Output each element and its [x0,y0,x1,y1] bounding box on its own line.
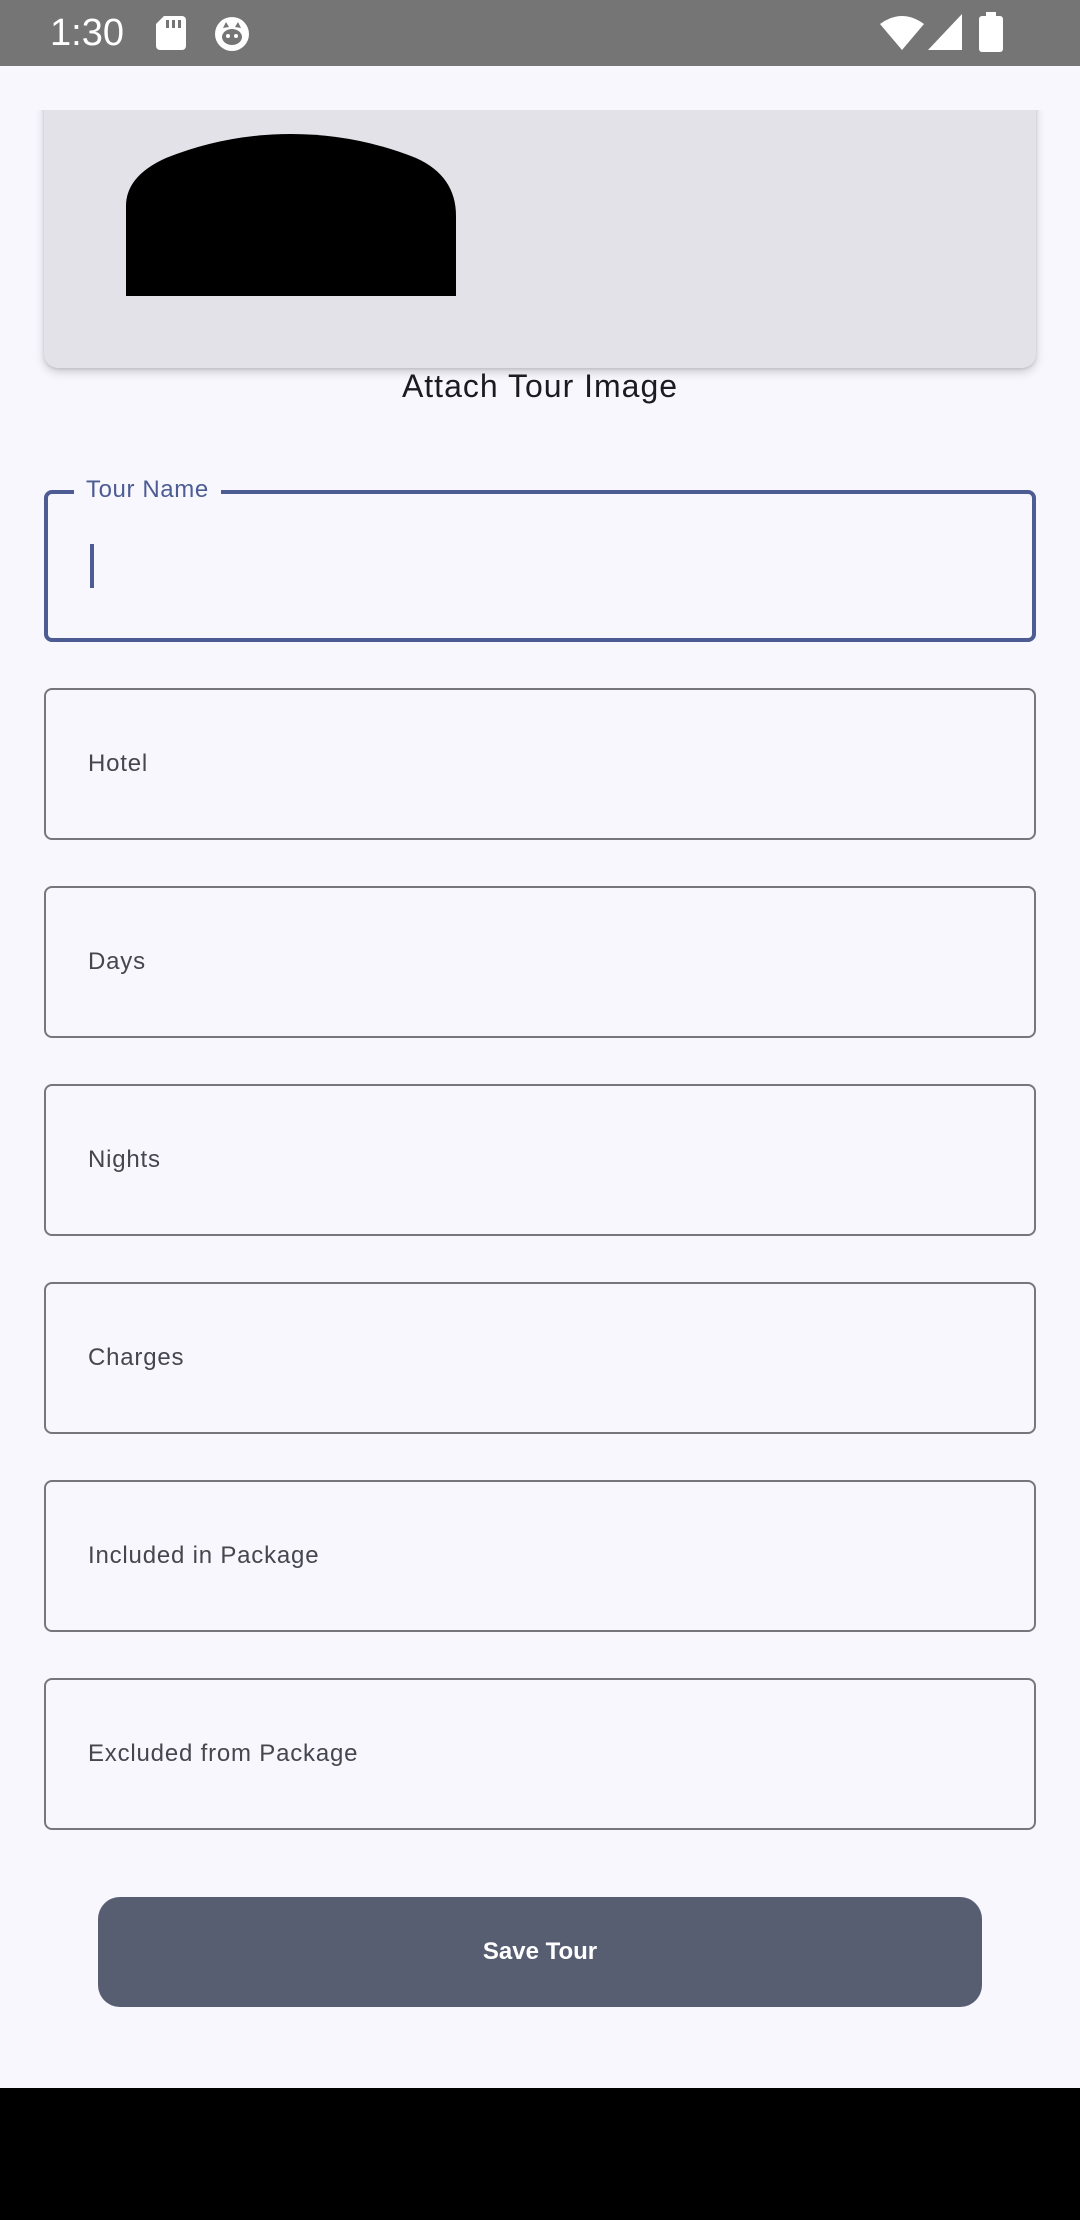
charges-field[interactable]: Charges [44,1282,1036,1434]
days-field[interactable]: Days [44,886,1036,1038]
tour-name-label: Tour Name [74,475,221,505]
charges-label: Charges [88,1344,185,1371]
hotel-field[interactable]: Hotel [44,688,1036,840]
status-time: 1:30 [50,12,124,54]
tour-name-field[interactable]: Tour Name [44,475,1036,642]
excluded-from-package-label: Excluded from Package [88,1740,359,1767]
app-top-bar [0,66,1080,110]
cat-face-icon [215,17,249,51]
days-label: Days [88,948,146,975]
excluded-from-package-field[interactable]: Excluded from Package [44,1678,1036,1830]
nights-field[interactable]: Nights [44,1084,1036,1236]
included-in-package-label: Included in Package [88,1542,320,1569]
save-tour-button[interactable]: Save Tour [98,1897,982,2007]
hotel-label: Hotel [88,750,149,777]
nights-label: Nights [88,1146,161,1173]
included-in-package-field[interactable]: Included in Package [44,1480,1036,1632]
signal-icon [928,14,962,50]
text-cursor [90,544,94,588]
battery-icon [979,12,1003,52]
navigation-bar [0,2088,1080,2220]
add-tour-screen: Attach Tour Image Tour Name Hotel Days N… [0,66,1080,2088]
tour-image-picker[interactable] [44,66,1036,368]
status-bar: 1:30 [0,0,1080,66]
sd-card-icon [156,16,186,50]
attach-image-label: Attach Tour Image [401,368,679,404]
wifi-icon [880,16,924,50]
screen: 1:30 Attach Tour Image Tour Name Hotel D… [0,0,1080,2220]
